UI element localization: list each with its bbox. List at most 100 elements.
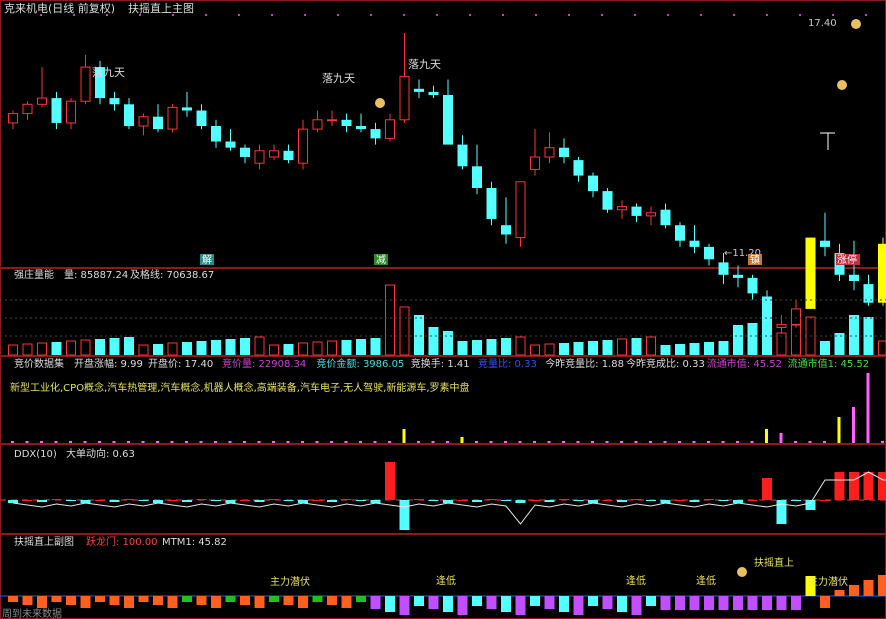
candle-body xyxy=(501,225,511,235)
ddx-bar xyxy=(399,500,410,530)
sub-bar xyxy=(602,596,613,609)
auction-bar xyxy=(446,441,449,443)
auction-bar xyxy=(765,429,768,443)
auction-item: 竞价金额: 3986.05 xyxy=(316,357,404,370)
sub-bar xyxy=(153,596,163,605)
volume-bar xyxy=(80,339,91,356)
sub-bar xyxy=(718,596,729,610)
ddx-bar xyxy=(834,472,845,500)
candle-body xyxy=(559,147,569,157)
top-dot-mark xyxy=(370,14,372,16)
sub-bar xyxy=(95,596,105,602)
auction-item: 竞价量: 22908.34 xyxy=(222,357,306,370)
volume-bar xyxy=(95,339,105,355)
auction-bar xyxy=(359,441,362,443)
signal-label: 落九天 xyxy=(322,72,355,85)
candle-body xyxy=(443,95,453,145)
candle-body xyxy=(675,225,685,241)
candle-body xyxy=(805,237,816,309)
sub-bar xyxy=(51,596,62,602)
auction-bar xyxy=(156,441,159,443)
candle-body xyxy=(399,75,410,121)
top-dot-mark xyxy=(568,14,570,16)
candle-body xyxy=(196,110,207,126)
volume-bar xyxy=(472,340,482,355)
ddx-bar xyxy=(878,472,886,500)
volume-bars-layer[interactable] xyxy=(0,284,886,356)
ddx-bar xyxy=(602,500,613,501)
sub-bar xyxy=(124,596,134,608)
candle-body xyxy=(457,144,468,167)
candle-body xyxy=(747,277,758,294)
auction-bar xyxy=(620,441,623,443)
sub-bar xyxy=(559,596,569,612)
candle-body xyxy=(269,150,279,158)
volume-bar xyxy=(689,343,700,355)
mtm-value: MTM1: 45.82 xyxy=(162,537,227,548)
sub-bar xyxy=(443,596,453,612)
candle-body xyxy=(182,107,192,111)
volume-bar xyxy=(791,324,801,356)
auction-bar xyxy=(388,441,391,443)
auction-bar xyxy=(272,441,275,443)
jie-marker: 解 xyxy=(202,253,212,266)
volume-bar xyxy=(341,340,352,355)
top-dot-mark xyxy=(865,14,867,16)
ddx-bar xyxy=(559,499,569,500)
volume-bar xyxy=(66,340,76,356)
auction-bar xyxy=(344,441,348,443)
sub-bar xyxy=(747,596,758,610)
stock-chart-window[interactable]: 克来机电(日线 前复权) 扶摇直上主图 17.40 ←11.20 落九天 落九天… xyxy=(0,0,886,619)
volume-bar xyxy=(167,342,178,356)
sub-bar xyxy=(776,596,787,610)
auction-bar xyxy=(736,441,739,443)
yuelong-value: 跃龙门: 100.00 xyxy=(86,535,158,548)
sub-bar xyxy=(269,596,279,602)
candle-body xyxy=(240,147,250,157)
auction-item: 开盘价: 17.40 xyxy=(148,357,213,370)
ddx-bar xyxy=(356,500,366,501)
sub-bar xyxy=(399,596,410,615)
volume-bar xyxy=(182,342,192,355)
zhangting-marker: 涨停 xyxy=(837,253,857,266)
ddx-bar xyxy=(573,500,584,501)
sub-bar xyxy=(733,596,743,610)
volume-bar xyxy=(370,338,381,355)
volume-bar xyxy=(704,342,714,355)
sub-bar xyxy=(820,596,830,608)
ddx-bar xyxy=(109,500,120,502)
volume-bar xyxy=(631,338,642,355)
sub-bar xyxy=(312,596,323,602)
auction-bar xyxy=(127,441,130,443)
ddx-bar xyxy=(718,500,729,501)
sub-bar xyxy=(37,596,47,608)
sub-signal-label: 逢低 xyxy=(626,574,646,587)
ddx-bar xyxy=(689,500,700,502)
ddx-bar xyxy=(631,499,642,500)
top-dot-mark xyxy=(337,14,339,16)
sub-bar xyxy=(544,596,555,609)
volume-bar xyxy=(283,344,294,355)
auction-item: 竞量比: 0.33 xyxy=(478,357,537,370)
auction-bar xyxy=(98,441,101,443)
candle-body xyxy=(660,209,671,226)
top-dot-mark xyxy=(502,14,504,16)
volume-bar xyxy=(312,341,323,356)
candle-body xyxy=(544,147,555,158)
candle-body xyxy=(588,175,598,192)
ddx-bar xyxy=(22,500,33,501)
ddx-bar xyxy=(385,462,395,500)
volume-bar xyxy=(22,343,33,356)
top-dot-mark xyxy=(238,14,240,16)
candle-body xyxy=(109,98,120,105)
candle-body xyxy=(51,98,62,123)
ddx-bar xyxy=(544,500,555,502)
volume-bar xyxy=(196,341,207,355)
candlestick-layer[interactable] xyxy=(8,33,886,334)
candle-body xyxy=(37,97,47,105)
candle-body xyxy=(617,206,627,211)
ddx-bar xyxy=(211,500,221,501)
candle-body xyxy=(776,323,787,328)
auction-item: 今昨竞成比: 0.33 xyxy=(626,357,705,370)
sub-bar xyxy=(631,596,642,615)
